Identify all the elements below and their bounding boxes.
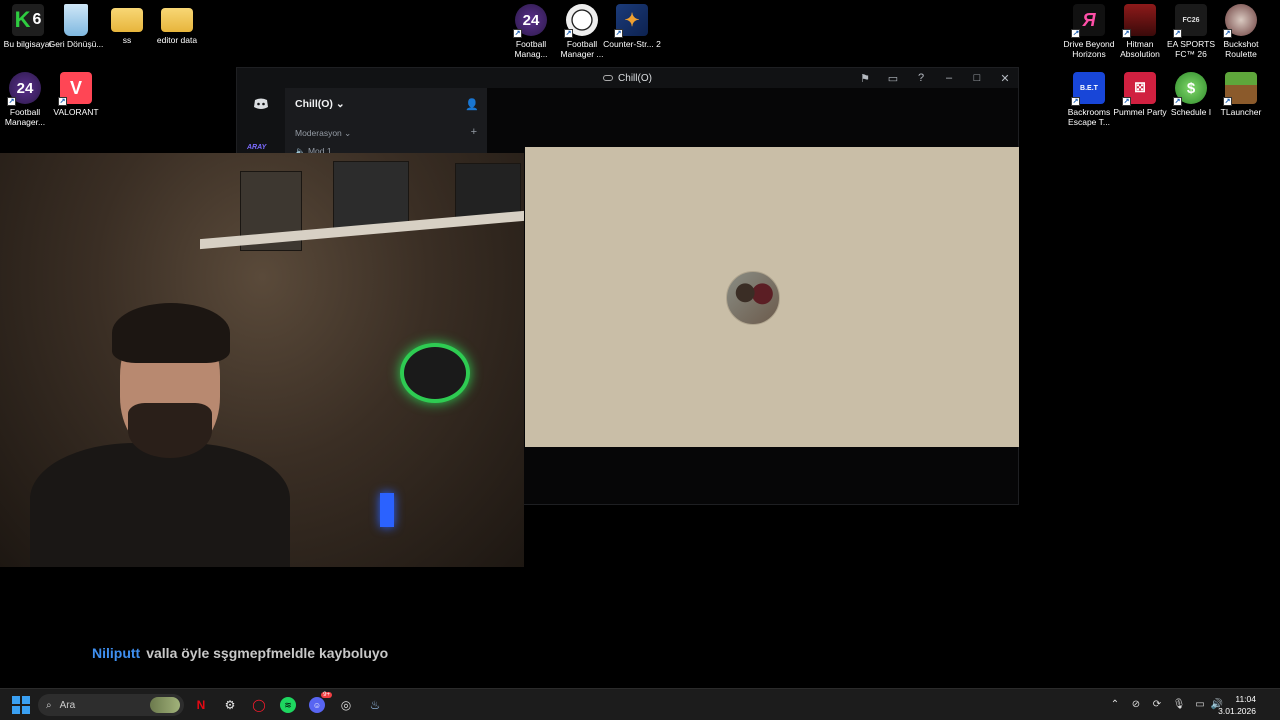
drive-beyond-icon: Я ↗ (1071, 4, 1105, 38)
clock-date: 3.01.2026 (1218, 706, 1256, 716)
chat-username: Niliputt (92, 645, 141, 661)
user-avatar[interactable] (726, 271, 780, 325)
easports-fc-icon: FC26 ↗ (1173, 4, 1207, 38)
taskbar: ⌕ Ara N ⚙ ◯ ≋ ☺ 9+ ◎ ♨ ⌃ ⊘ ⟳ 🎙 ▭ 🔊 11:04 … (0, 688, 1280, 720)
settings-icon[interactable]: ⚙ (222, 697, 238, 713)
desktop-icon-backrooms[interactable]: B.E.T ↗ Backrooms Escape T... (1061, 72, 1117, 127)
chevron-up-icon[interactable]: ⌃ (1108, 697, 1122, 711)
desktop-icon-buckshot-roulette[interactable]: ↗ Buckshot Roulette (1213, 4, 1269, 59)
backrooms-icon: B.E.T ↗ (1071, 72, 1105, 106)
fm24-glyph: 24 (522, 11, 540, 29)
recycle-bin-icon (64, 4, 88, 36)
search-box[interactable]: ⌕ Ara (38, 694, 184, 716)
opera-icon[interactable]: ◯ (251, 697, 267, 713)
desktop-icon-football-manager[interactable]: 24 ↗ Football Manager... (0, 72, 53, 127)
chat-message: Niliputt valla öyle sşgmepfmeldle kaybolu… (92, 645, 388, 661)
sync-icon[interactable]: ⟳ (1150, 697, 1164, 711)
spotify-icon[interactable]: ≋ (280, 697, 296, 713)
desktop-icon-football-manager-2[interactable]: ↗ Football Manager ... (554, 4, 610, 59)
football-icon: ↗ (564, 4, 598, 38)
discord-badge: 9+ (321, 692, 332, 698)
desktop-icon-label: Counter-Str... 2 (603, 39, 661, 49)
invite-people-icon[interactable]: 👤 (465, 98, 479, 111)
pc-rgb-light (380, 493, 394, 527)
minimize-icon[interactable]: – (942, 71, 956, 85)
desktop-icon-label: editor data (156, 35, 198, 45)
search-placeholder: Ara (59, 699, 76, 711)
webcam-feed (0, 153, 524, 567)
voice-connected-icon (603, 75, 614, 81)
chat-text: valla öyle sşgmepfmeldle kayboluyo (146, 645, 389, 661)
desktop-icon-tlauncher[interactable]: ↗ TLauncher (1213, 72, 1269, 117)
display-icon[interactable]: ▭ (1193, 697, 1207, 711)
easports-fc-glyph: FC26 (1182, 16, 1200, 24)
streamer-hair (112, 303, 230, 363)
discord-titlebar[interactable]: Chill(O) ⚑ ▭ ? – □ ✕ (237, 68, 1018, 88)
voice-stage (525, 147, 1019, 447)
chevron-down-icon: ⌄ (335, 98, 345, 110)
hitman-icon: ↗ (1122, 4, 1156, 38)
window-title-text: Chill(O) (618, 72, 652, 84)
fm24-icon: 24 ↗ (513, 4, 547, 38)
k-monitor-icon: K6 (12, 4, 44, 36)
folder-icon (161, 8, 193, 32)
headphones (400, 343, 470, 403)
folder-icon (111, 8, 143, 32)
help-icon[interactable]: ? (914, 71, 928, 85)
cs2-icon: ✦ ↗ (614, 4, 648, 38)
wall-poster (455, 163, 521, 218)
valorant-icon: V ↗ (58, 72, 92, 106)
pummel-party-icon: ⚄ ↗ (1122, 72, 1156, 106)
steam-icon[interactable]: ♨ (367, 697, 383, 713)
windows-start-icon[interactable] (12, 696, 30, 714)
flag-icon[interactable]: ⚑ (858, 71, 872, 85)
titlebar-controls: ⚑ ▭ ? – □ ✕ (858, 68, 1012, 88)
clock[interactable]: 11:04 3.01.2026 (1218, 693, 1256, 717)
discord-logo-icon (254, 98, 268, 109)
desktop-icon-label: VALORANT (53, 107, 99, 117)
category-label: Moderasyon (295, 128, 342, 138)
search-icon: ⌕ (46, 699, 52, 711)
inbox-icon[interactable]: ▭ (886, 71, 900, 85)
tlauncher-icon: ↗ (1223, 72, 1257, 106)
server-aray[interactable]: ARAY (247, 144, 266, 151)
discord-icon[interactable]: ☺ 9+ (309, 692, 332, 713)
network-icon[interactable]: ⊘ (1129, 697, 1143, 711)
fm24-glyph: 24 (16, 79, 34, 97)
add-channel-icon[interactable]: + (471, 126, 477, 138)
badge-count: 6 (32, 11, 42, 28)
discord-home-button[interactable] (245, 94, 277, 114)
wall-poster (333, 161, 409, 231)
guild-name: Chill(O) (295, 98, 333, 110)
clock-time: 11:04 (1235, 694, 1256, 704)
desktop-icon-valorant[interactable]: V ↗ VALORANT (48, 72, 104, 117)
streamer-beard (128, 403, 212, 458)
desktop-icon-label: Buckshot Roulette (1223, 39, 1259, 59)
desktop-icon-counter-strike[interactable]: ✦ ↗ Counter-Str... 2 (603, 4, 661, 49)
buckshot-icon: ↗ (1223, 4, 1257, 38)
chrome-icon[interactable]: ◎ (338, 697, 354, 713)
microphone-icon[interactable]: 🎙 (1172, 697, 1186, 711)
streamer-body (30, 443, 290, 567)
fm24-icon: 24 ↗ (7, 72, 41, 106)
search-highlight-image (150, 697, 180, 713)
schedule-icon: $ ↗ (1173, 72, 1207, 106)
category-moderasyon[interactable]: Moderasyon ⌄ (295, 128, 351, 139)
guild-name-dropdown[interactable]: Chill(O) ⌄ (295, 98, 345, 110)
backrooms-glyph: B.E.T (1080, 84, 1098, 92)
window-title: Chill(O) (603, 73, 652, 84)
desktop-icon-editor-data[interactable]: editor data (149, 4, 205, 45)
close-icon[interactable]: ✕ (998, 71, 1012, 85)
maximize-icon[interactable]: □ (970, 71, 984, 85)
netflix-icon[interactable]: N (193, 697, 209, 713)
desktop-icon-label: TLauncher (1220, 107, 1262, 117)
